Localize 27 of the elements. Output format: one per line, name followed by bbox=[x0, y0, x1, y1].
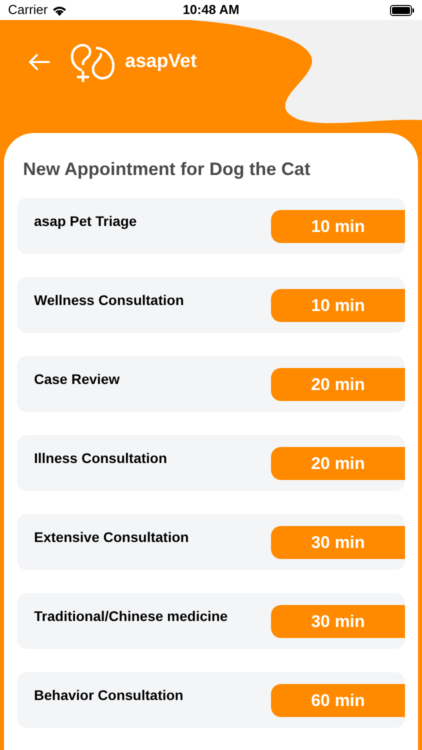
duration-badge: 20 min bbox=[271, 368, 405, 401]
service-row[interactable]: asap Pet Triage 10 min bbox=[17, 198, 405, 254]
page-title: New Appointment for Dog the Cat bbox=[22, 158, 312, 181]
service-name: Wellness Consultation bbox=[34, 291, 184, 310]
service-name: Extensive Consultation bbox=[34, 528, 189, 547]
service-name: Illness Consultation bbox=[34, 449, 168, 468]
service-name: Behavior Consultation bbox=[34, 686, 184, 705]
duration-badge: 30 min bbox=[271, 526, 405, 559]
brand-name: asapVet bbox=[125, 50, 197, 74]
service-name: asap Pet Triage bbox=[34, 212, 137, 231]
wifi-icon bbox=[52, 4, 67, 16]
service-row[interactable]: Behavior Consultation 60 min bbox=[17, 672, 405, 728]
duration-badge: 10 min bbox=[271, 210, 405, 243]
duration-badge: 60 min bbox=[271, 684, 405, 717]
service-row[interactable]: Case Review 20 min bbox=[17, 356, 405, 412]
service-row[interactable]: Traditional/Chinese medicine 30 min bbox=[17, 593, 405, 649]
service-name: Case Review bbox=[34, 370, 120, 389]
duration-badge: 30 min bbox=[271, 605, 405, 638]
clock-time: 10:48 AM bbox=[182, 1, 240, 20]
carrier-label: Carrier bbox=[8, 1, 48, 20]
service-row[interactable]: Wellness Consultation 10 min bbox=[17, 277, 405, 333]
service-row[interactable]: Illness Consultation 20 min bbox=[17, 435, 405, 491]
duration-badge: 10 min bbox=[271, 289, 405, 322]
duration-badge: 20 min bbox=[271, 447, 405, 480]
service-name: Traditional/Chinese medicine bbox=[34, 607, 228, 626]
service-row[interactable]: Extensive Consultation 30 min bbox=[17, 514, 405, 570]
battery-icon bbox=[390, 4, 414, 16]
